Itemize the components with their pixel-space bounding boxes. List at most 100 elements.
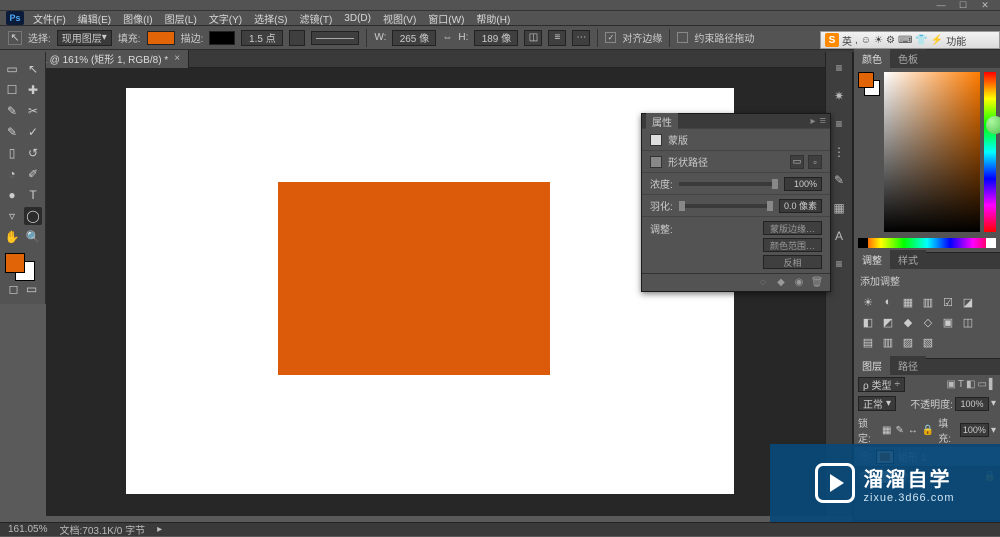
lock-transparency-icon[interactable]: ▦ (882, 425, 891, 436)
path-options-icon[interactable]: ⋯ (572, 30, 590, 46)
adj-hue-icon[interactable]: ◪ (960, 294, 976, 310)
adj-levels-icon[interactable]: ◐ (880, 294, 896, 310)
filter-type-icon[interactable]: T (958, 379, 964, 390)
minimize-button[interactable]: — (930, 0, 952, 10)
blend-mode-dropdown[interactable]: 正常 ▾ (858, 396, 896, 411)
menu-layer[interactable]: 图层(L) (162, 11, 200, 26)
menu-window[interactable]: 窗口(W) (425, 11, 467, 26)
path-arrange-icon[interactable]: ≡ (548, 30, 566, 46)
tool-clone[interactable]: ↺ (24, 144, 42, 162)
filter-toggle-icon[interactable]: ▌ (989, 379, 996, 390)
filter-adjust-icon[interactable]: ◧ (966, 379, 975, 390)
layers-tab[interactable]: 图层 (854, 356, 890, 375)
tool-brush[interactable]: ▯ (3, 144, 21, 162)
select-layer-dropdown[interactable]: 现用图层 ▾ (57, 30, 112, 46)
density-value[interactable]: 100% (784, 177, 822, 191)
tool-marquee[interactable]: ☐ (3, 81, 21, 99)
filter-shape-icon[interactable]: ▭ (977, 379, 986, 390)
fill-color-swatch[interactable] (147, 31, 175, 45)
lock-pixels-icon[interactable]: ✎ (895, 425, 903, 436)
opacity-field[interactable]: 100% (955, 397, 989, 411)
close-button[interactable]: ✕ (974, 0, 996, 10)
paths-tab[interactable]: 路径 (890, 356, 926, 375)
constrain-checkbox[interactable] (677, 32, 688, 43)
layer-kind-dropdown[interactable]: ρ 类型 ÷ (858, 377, 905, 392)
dock-history-icon[interactable]: ≡ (829, 58, 849, 78)
tool-direct-select[interactable]: ▿ (3, 207, 21, 225)
adj-color-lookup-icon[interactable]: ◇ (920, 314, 936, 330)
tool-type[interactable]: T (24, 186, 42, 204)
status-more-icon[interactable]: ▸ (157, 524, 162, 535)
tool-lasso[interactable]: ✚ (24, 81, 42, 99)
path-align-icon[interactable]: ◫ (524, 30, 542, 46)
adj-photo-filter-icon[interactable]: ◩ (880, 314, 896, 330)
menu-3d[interactable]: 3D(D) (341, 13, 374, 24)
tool-eraser[interactable]: ◔ (3, 165, 21, 183)
lock-position-icon[interactable]: ↔ (908, 425, 918, 436)
mask-link-icon[interactable]: ▫ (808, 155, 822, 169)
color-fgbg-icon[interactable] (858, 72, 880, 102)
notification-ball-icon[interactable] (986, 116, 1000, 134)
styles-tab[interactable]: 样式 (890, 250, 926, 269)
tool-gradient[interactable]: ✐ (24, 165, 42, 183)
doc-size[interactable]: 文档:703.1K/0 字节 (59, 522, 145, 537)
screenmode-icon[interactable]: ▭ (25, 282, 39, 296)
stroke-weight-field[interactable]: 1.5 点 (241, 30, 283, 46)
menu-help[interactable]: 帮助(H) (473, 11, 513, 26)
width-field[interactable]: 265 像 (392, 30, 436, 46)
adj-channel-mixer-icon[interactable]: ◆ (900, 314, 916, 330)
link-wh-icon[interactable]: ⇔ (442, 32, 452, 43)
menu-file[interactable]: 文件(F) (30, 11, 69, 26)
menu-view[interactable]: 视图(V) (380, 11, 419, 26)
adj-posterize-icon[interactable]: ◫ (960, 314, 976, 330)
adj-bw-icon[interactable]: ◧ (860, 314, 876, 330)
color-tab[interactable]: 颜色 (854, 49, 890, 68)
ime-keyboard-icon[interactable]: ⌨ (898, 35, 912, 46)
menu-filter[interactable]: 滤镜(T) (297, 11, 336, 26)
adj-vibrance-icon[interactable]: ☑ (940, 294, 956, 310)
color-range-button[interactable]: 颜色范围… (763, 238, 822, 252)
feather-slider[interactable] (679, 204, 773, 208)
delete-mask-icon[interactable]: 🗑 (810, 276, 824, 290)
toggle-mask-icon[interactable]: ◉ (792, 276, 806, 290)
adj-gradientmap-icon[interactable]: ▥ (880, 334, 896, 350)
adj-curves-icon[interactable]: ▦ (900, 294, 916, 310)
invert-button[interactable]: 反相 (763, 255, 822, 269)
ime-gear-icon[interactable]: ⚙ (886, 35, 895, 46)
panel-collapse-icon[interactable]: ▸ (811, 116, 816, 127)
foreground-color-swatch[interactable] (5, 253, 25, 273)
menu-select[interactable]: 选择(S) (251, 11, 290, 26)
tool-heal[interactable]: ✓ (24, 123, 42, 141)
hue-slider[interactable] (984, 72, 996, 232)
tool-eyedropper[interactable]: ✎ (3, 123, 21, 141)
close-tab-icon[interactable]: × (174, 53, 180, 64)
mask-edge-button[interactable]: 蒙版边缘… (763, 221, 822, 235)
ime-punct[interactable]: , (855, 35, 858, 46)
menu-edit[interactable]: 编辑(E) (75, 11, 114, 26)
density-slider[interactable] (679, 182, 778, 186)
rectangle-shape[interactable] (278, 182, 550, 375)
ime-bolt-icon[interactable]: ⚡ (931, 35, 943, 46)
zoom-level[interactable]: 161.05% (8, 524, 47, 535)
mask-select-icon[interactable]: ▭ (790, 155, 804, 169)
apply-mask-icon[interactable]: ◆ (774, 276, 788, 290)
properties-tab[interactable]: 属性 (646, 113, 678, 130)
lock-all-icon[interactable]: 🔒 (922, 425, 934, 436)
adj-selective-icon[interactable]: ▨ (900, 334, 916, 350)
height-field[interactable]: 189 像 (474, 30, 518, 46)
menu-image[interactable]: 图像(I) (120, 11, 155, 26)
ime-face-icon[interactable]: ☺ (861, 35, 871, 46)
tool-path-select[interactable]: ↖ (24, 60, 42, 78)
adj-more-icon[interactable]: ▧ (920, 334, 936, 350)
swatches-tab[interactable]: 色板 (890, 49, 926, 68)
stroke-style-dropdown[interactable] (311, 31, 359, 45)
dock-info-icon[interactable]: ⋮ (829, 142, 849, 162)
filter-pixel-icon[interactable]: ▣ (946, 379, 955, 390)
adj-invert-icon[interactable]: ▣ (940, 314, 956, 330)
dock-actions-icon[interactable]: ≡ (829, 114, 849, 134)
tool-hand[interactable]: ✋ (3, 228, 21, 246)
stroke-color-swatch[interactable] (209, 31, 235, 45)
current-tool-icon[interactable]: ↖ (8, 31, 22, 45)
stroke-weight-stepper[interactable] (289, 30, 305, 46)
color-field[interactable] (884, 72, 980, 232)
